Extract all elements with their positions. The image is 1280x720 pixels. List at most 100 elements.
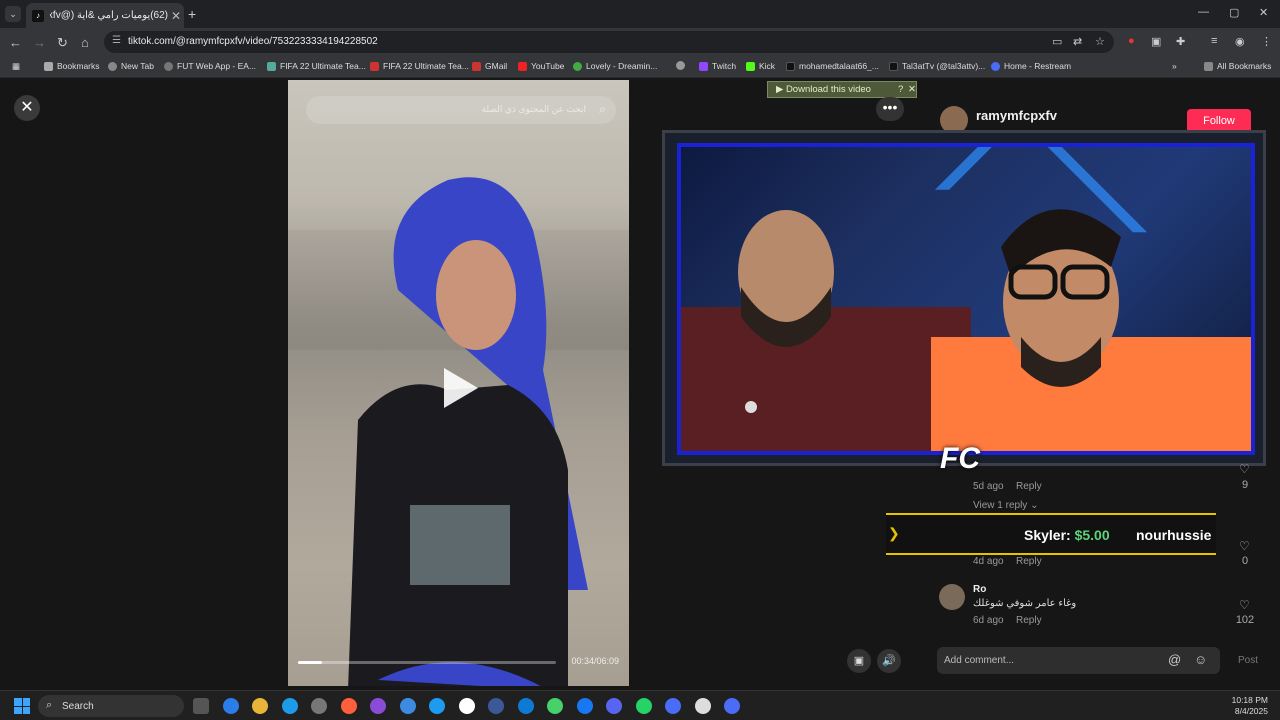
app-icon[interactable] <box>724 698 740 714</box>
copilot-icon[interactable] <box>222 698 239 714</box>
bookmark-item[interactable] <box>676 61 689 70</box>
notion-icon[interactable] <box>458 698 475 714</box>
whatsapp-icon[interactable] <box>635 698 652 714</box>
close-window-button[interactable]: ✕ <box>1259 6 1268 19</box>
taskbar-clock[interactable]: 10:18 PM 8/4/2025 <box>1232 695 1268 717</box>
download-close-icon[interactable]: ✕ <box>908 82 916 97</box>
cast-icon[interactable]: ▭ <box>1052 35 1062 48</box>
search-icon[interactable]: ⌕ <box>599 102 606 117</box>
comment-like-count: 0 <box>1241 555 1249 567</box>
bookmark-item[interactable]: FIFA 22 Ultimate Tea... <box>370 61 469 71</box>
apps-icon[interactable]: ▦ <box>12 61 20 72</box>
browser-toolbar: ← → ↻ ⌂ ☰ tiktok.com/@ramymfcpxfv/video/… <box>0 28 1280 56</box>
bookmarks-overflow-button[interactable]: » <box>1172 61 1177 71</box>
view-replies-button[interactable]: View 1 reply ⌄ <box>973 500 1038 511</box>
tab-search-button[interactable]: ⌄ <box>5 6 21 22</box>
bookmark-item[interactable]: FIFA 22 Ultimate Tea... <box>267 61 366 71</box>
play-icon[interactable] <box>444 368 478 408</box>
translate-icon[interactable]: ⇄ <box>1073 35 1082 48</box>
bookmark-item[interactable]: Bookmarks <box>44 61 100 71</box>
tab-active[interactable]: ♪ (62)يوميات رامي &اية (@ramymfcpxfv ✕ <box>26 3 184 28</box>
comment-avatar[interactable] <box>939 584 965 610</box>
comment-author[interactable]: Ro <box>973 584 986 595</box>
new-tab-button[interactable]: + <box>188 6 196 22</box>
restream-icon <box>991 61 1000 71</box>
tiktok-video-page: ✕ ابحث عن المحتوى ذي الصلة ⌕ 00:34/06:09… <box>0 78 1280 690</box>
bookmark-star-icon[interactable]: ☆ <box>1095 35 1105 48</box>
stream-webcam-overlay <box>662 130 1266 466</box>
app-icon[interactable] <box>665 698 681 714</box>
chrome-icon[interactable] <box>399 698 416 714</box>
maximize-button[interactable]: ▢ <box>1229 6 1239 19</box>
chevron-right-icon: ❯ <box>888 525 900 541</box>
more-options-button[interactable]: ••• <box>876 97 904 121</box>
tab-close-button[interactable]: ✕ <box>168 9 184 23</box>
tiktok-icon <box>786 61 795 71</box>
pip-icon[interactable]: ▣ <box>847 649 871 673</box>
volume-icon[interactable]: 🔊 <box>877 649 901 673</box>
bookmark-favicon <box>370 61 379 71</box>
edge-icon[interactable] <box>281 698 298 714</box>
extension-icon[interactable]: ▣ <box>1151 35 1161 48</box>
taskbar-search[interactable]: ⌕ Search <box>38 695 184 717</box>
all-bookmarks-button[interactable]: All Bookmarks <box>1204 61 1271 71</box>
comment-like-count: 102 <box>1235 614 1255 626</box>
discord-icon[interactable] <box>606 698 622 714</box>
app-icon[interactable] <box>517 698 534 714</box>
store-icon[interactable] <box>311 698 327 714</box>
streamer-right <box>931 209 1251 451</box>
bookmark-item[interactable]: YouTube <box>518 61 564 71</box>
twitter-icon[interactable] <box>429 698 445 714</box>
heart-icon[interactable]: ♡ <box>1239 598 1250 612</box>
app-icon[interactable] <box>370 698 386 714</box>
file-explorer-icon[interactable] <box>252 698 268 714</box>
windows-start-icon[interactable] <box>14 698 30 714</box>
xbox-icon[interactable] <box>547 698 563 714</box>
video-search-bar[interactable]: ابحث عن المحتوى ذي الصلة ⌕ <box>306 96 616 124</box>
bookmark-item[interactable]: Lovely - Dreamin... <box>573 61 657 71</box>
mention-icon[interactable]: @ <box>1168 652 1181 667</box>
profile-avatar[interactable]: ◉ <box>1235 35 1245 48</box>
comment-input[interactable]: Add comment... @ ☺ <box>937 647 1220 674</box>
task-view-icon[interactable] <box>193 698 209 714</box>
extensions-puzzle-icon[interactable]: ✚ <box>1176 35 1185 48</box>
download-video-link[interactable]: ▶ Download this video <box>776 84 871 95</box>
author-username[interactable]: ramymfcpxfv <box>976 108 1057 123</box>
comment-reply-button[interactable]: Reply <box>1016 556 1042 567</box>
menu-icon[interactable]: ⋮ <box>1261 35 1272 48</box>
bookmark-item[interactable]: Kick <box>746 61 775 71</box>
media-icon[interactable]: ≡ <box>1211 35 1217 47</box>
bookmark-item[interactable]: mohamedtalaat66_... <box>786 61 879 71</box>
bookmarks-bar: ▦ Bookmarks New Tab FUT Web App - EA... … <box>0 56 1280 78</box>
comment-reply-button[interactable]: Reply <box>1016 615 1042 626</box>
back-icon[interactable]: ← <box>9 35 22 50</box>
heart-icon[interactable]: ♡ <box>1239 462 1250 476</box>
emoji-icon[interactable]: ☺ <box>1194 652 1207 667</box>
video-player[interactable]: ابحث عن المحتوى ذي الصلة ⌕ 00:34/06:09 <box>288 80 629 686</box>
reload-icon[interactable]: ↻ <box>57 35 68 51</box>
heart-icon[interactable]: ♡ <box>1239 539 1250 553</box>
download-banner[interactable]: ▶ Download this video ? ✕ <box>767 81 917 98</box>
bookmark-item[interactable]: Home - Restream <box>991 61 1071 71</box>
app-icon[interactable] <box>694 698 711 714</box>
steam-icon[interactable] <box>488 698 504 714</box>
forward-icon[interactable]: → <box>33 35 46 50</box>
minimize-button[interactable]: — <box>1198 6 1209 18</box>
video-seekbar[interactable] <box>298 661 556 664</box>
home-icon[interactable]: ⌂ <box>81 35 89 50</box>
app-icon[interactable] <box>340 698 357 714</box>
bookmark-item[interactable]: Twitch <box>699 61 736 71</box>
bookmark-item[interactable]: Tal3atTv (@tal3attv)... <box>889 61 985 71</box>
site-info-icon[interactable]: ☰ <box>112 35 121 46</box>
download-help-icon[interactable]: ? <box>898 82 903 97</box>
address-bar[interactable]: ☰ tiktok.com/@ramymfcpxfv/video/75322333… <box>104 31 1114 53</box>
facebook-icon[interactable] <box>576 698 593 714</box>
bookmark-item[interactable]: GMail <box>472 61 507 71</box>
post-comment-button[interactable]: Post <box>1238 655 1258 666</box>
bookmark-item[interactable]: New Tab <box>108 61 154 71</box>
bookmark-item[interactable]: FUT Web App - EA... <box>164 61 256 71</box>
close-video-button[interactable]: ✕ <box>14 95 40 121</box>
tab-strip: ⌄ ♪ (62)يوميات رامي &اية (@ramymfcpxfv ✕… <box>0 0 1280 28</box>
record-icon[interactable]: ● <box>1128 35 1135 47</box>
comment-reply-button[interactable]: Reply <box>1016 481 1042 492</box>
